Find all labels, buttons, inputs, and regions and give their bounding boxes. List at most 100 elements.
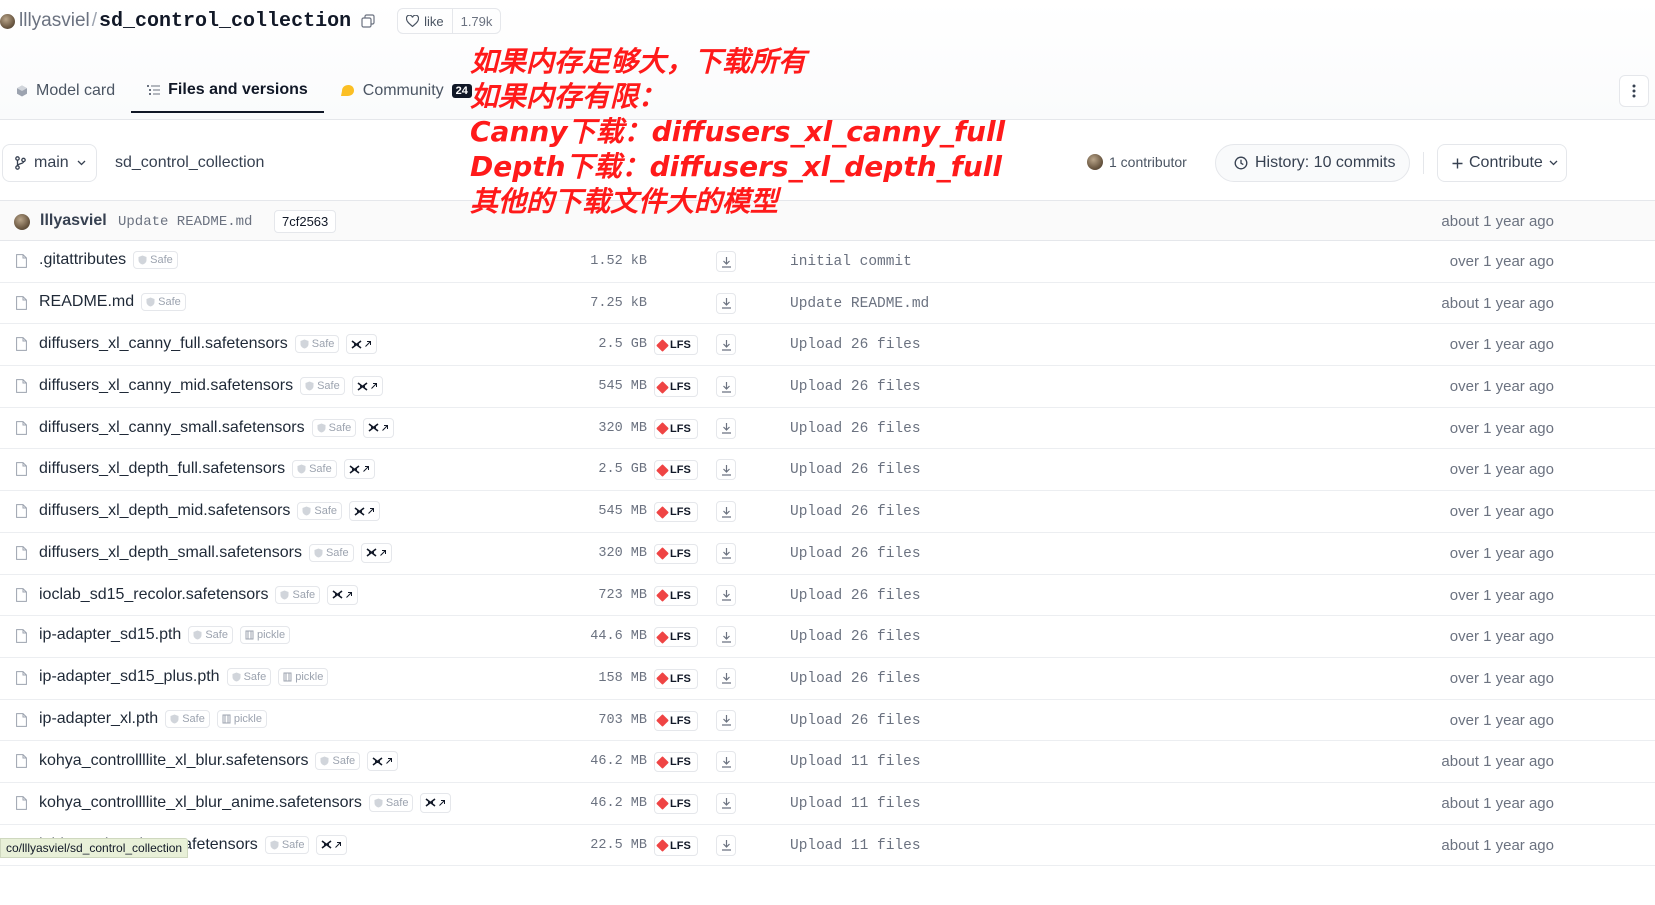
file-name-link[interactable]: kohya_controllllite_xl_blur_anime.safete… <box>39 794 362 812</box>
file-name-link[interactable]: ip-adapter_sd15.pth <box>39 626 181 644</box>
lfs-badge[interactable]: LFS <box>654 543 698 564</box>
repo-name-link[interactable]: sd_control_collection <box>99 10 351 33</box>
pickle-badge[interactable]: pickle <box>278 667 329 686</box>
history-button[interactable]: History: 10 commits <box>1215 144 1410 182</box>
lfs-badge[interactable]: LFS <box>654 793 698 814</box>
lfs-badge[interactable]: LFS <box>654 752 698 773</box>
file-name-link[interactable]: .gitattributes <box>39 251 126 269</box>
file-name-link[interactable]: ip-adapter_xl.pth <box>39 710 158 728</box>
safe-badge[interactable]: Safe <box>292 460 337 479</box>
lfs-badge[interactable]: LFS <box>654 835 698 856</box>
xet-link-badge[interactable] <box>316 834 348 855</box>
file-name-link[interactable]: kohya_controllllite_xl_blur.safetensors <box>39 752 308 770</box>
lfs-badge[interactable]: LFS <box>654 585 698 606</box>
safe-badge[interactable]: Safe <box>188 626 233 645</box>
download-button[interactable] <box>716 292 736 314</box>
download-button[interactable] <box>716 584 736 606</box>
safe-badge[interactable]: Safe <box>311 418 357 437</box>
tab-community[interactable]: Community 24 <box>324 68 488 113</box>
file-commit-message[interactable]: Upload 26 files <box>790 421 921 437</box>
download-button[interactable] <box>716 542 736 564</box>
xet-link-badge[interactable] <box>363 417 395 438</box>
file-commit-message[interactable]: Upload 26 files <box>790 629 921 645</box>
file-name-link[interactable]: diffusers_xl_depth_full.safetensors <box>39 460 285 478</box>
download-button[interactable] <box>716 751 736 773</box>
safe-badge[interactable]: Safe <box>226 667 272 686</box>
file-commit-message[interactable]: Upload 11 files <box>790 796 921 812</box>
download-button[interactable] <box>716 376 736 398</box>
file-commit-message[interactable]: Upload 26 files <box>790 462 921 478</box>
lfs-badge[interactable]: LFS <box>654 377 698 398</box>
safe-badge[interactable]: Safe <box>294 335 340 354</box>
file-commit-message[interactable]: Upload 26 files <box>790 379 921 395</box>
xet-link-badge[interactable] <box>327 584 359 605</box>
file-name-link[interactable]: diffusers_xl_canny_full.safetensors <box>39 335 288 353</box>
file-commit-message[interactable]: Upload 26 files <box>790 671 921 687</box>
lfs-badge[interactable]: LFS <box>654 335 698 356</box>
tab-files-and-versions[interactable]: Files and versions <box>131 68 324 113</box>
lfs-badge[interactable]: LFS <box>654 710 698 731</box>
file-commit-message[interactable]: Upload 26 files <box>790 504 921 520</box>
xet-link-badge[interactable] <box>367 751 399 772</box>
file-commit-message[interactable]: Upload 26 files <box>790 588 921 604</box>
xet-link-badge[interactable] <box>343 459 375 480</box>
download-button[interactable] <box>716 417 736 439</box>
file-name-link[interactable]: diffusers_xl_depth_small.safetensors <box>39 544 302 562</box>
xet-link-badge[interactable] <box>420 792 452 813</box>
commit-message[interactable]: Update README.md <box>118 214 252 230</box>
download-button[interactable] <box>716 834 736 856</box>
xet-link-badge[interactable] <box>351 376 383 397</box>
file-name-link[interactable]: diffusers_xl_depth_mid.safetensors <box>39 502 290 520</box>
like-button[interactable]: like 1.79k <box>397 8 502 34</box>
download-button[interactable] <box>716 626 736 648</box>
file-commit-message[interactable]: Update README.md <box>790 296 929 312</box>
file-name-link[interactable]: README.md <box>39 293 134 311</box>
safe-badge[interactable]: Safe <box>264 835 310 854</box>
contribute-button[interactable]: Contribute <box>1437 144 1567 182</box>
contributors-link[interactable]: 1 contributor <box>1087 154 1187 170</box>
file-commit-message[interactable]: Upload 11 files <box>790 838 921 854</box>
xet-link-badge[interactable] <box>360 542 392 563</box>
file-name-link[interactable]: diffusers_xl_canny_mid.safetensors <box>39 377 293 395</box>
safe-badge[interactable]: Safe <box>315 752 361 771</box>
safe-badge[interactable]: Safe <box>165 709 210 728</box>
copy-icon[interactable] <box>361 14 375 28</box>
lfs-badge[interactable]: LFS <box>654 627 698 648</box>
file-commit-message[interactable]: initial commit <box>790 254 912 270</box>
pickle-badge[interactable]: pickle <box>216 709 267 728</box>
commit-hash[interactable]: 7cf2563 <box>274 210 337 233</box>
branch-selector[interactable]: main <box>2 144 97 182</box>
safe-badge[interactable]: Safe <box>275 585 321 604</box>
file-commit-message[interactable]: Upload 11 files <box>790 754 921 770</box>
download-button[interactable] <box>716 251 736 272</box>
file-commit-message[interactable]: Upload 26 files <box>790 713 921 729</box>
download-button[interactable] <box>716 792 736 814</box>
lfs-badge[interactable]: LFS <box>654 502 698 523</box>
lfs-badge[interactable]: LFS <box>654 668 698 689</box>
download-button[interactable] <box>716 667 736 689</box>
pickle-badge[interactable]: pickle <box>239 626 291 645</box>
xet-link-badge[interactable] <box>349 501 381 522</box>
download-button[interactable] <box>716 334 736 356</box>
safe-badge[interactable]: Safe <box>300 377 345 396</box>
file-name-link[interactable]: ip-adapter_sd15_plus.pth <box>39 668 220 686</box>
tab-model-card[interactable]: Model card <box>0 68 131 113</box>
download-button[interactable] <box>716 459 736 481</box>
commit-author[interactable]: lllyasviel <box>40 212 107 230</box>
file-commit-message[interactable]: Upload 26 files <box>790 546 921 562</box>
safe-badge[interactable]: Safe <box>141 292 186 311</box>
file-name-link[interactable]: ioclab_sd15_recolor.safetensors <box>39 586 268 604</box>
like-toggle[interactable]: like <box>398 9 452 33</box>
download-button[interactable] <box>716 501 736 523</box>
xet-link-badge[interactable] <box>346 334 378 355</box>
safe-badge[interactable]: Safe <box>368 793 414 812</box>
repo-owner-link[interactable]: lllyasviel <box>19 10 90 32</box>
file-name-link[interactable]: diffusers_xl_canny_small.safetensors <box>39 419 305 437</box>
file-commit-message[interactable]: Upload 26 files <box>790 337 921 353</box>
safe-badge[interactable]: Safe <box>133 251 178 269</box>
download-button[interactable] <box>716 709 736 731</box>
safe-badge[interactable]: Safe <box>308 543 354 562</box>
like-count[interactable]: 1.79k <box>451 9 501 33</box>
safe-badge[interactable]: Safe <box>297 502 343 521</box>
more-options-button[interactable] <box>1619 75 1649 107</box>
